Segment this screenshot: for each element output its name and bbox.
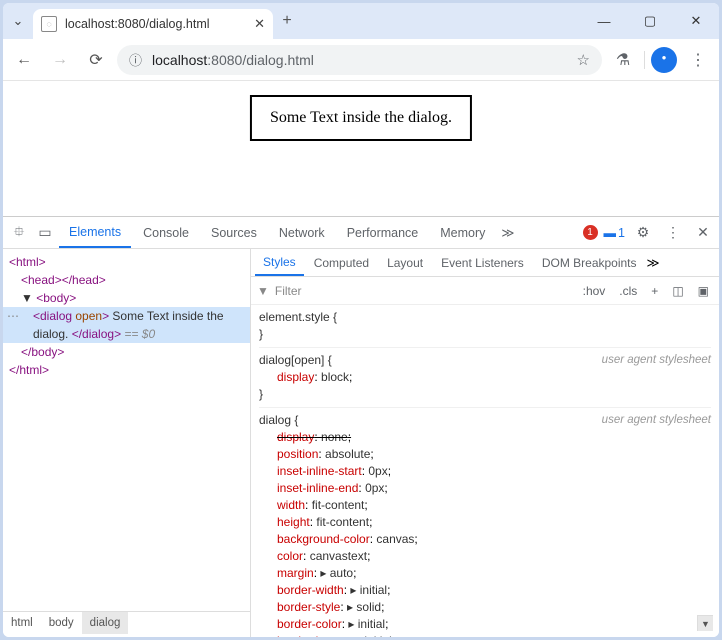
css-property[interactable]: inset-inline-start: 0px; <box>259 463 711 480</box>
css-property[interactable]: border-style: ▸ solid; <box>259 599 711 616</box>
tab-event-listeners[interactable]: Event Listeners <box>433 250 532 276</box>
labs-icon[interactable]: ⚗ <box>608 50 638 70</box>
devtools-menu-button[interactable]: ⋮ <box>661 224 685 241</box>
filter-input[interactable]: Filter <box>275 284 573 298</box>
computed-layout-icon[interactable]: ◫ <box>668 284 687 298</box>
browser-tab[interactable]: ◌ localhost:8080/dialog.html ✕ <box>33 9 273 39</box>
nav-forward-button[interactable]: → <box>45 51 75 69</box>
nav-back-button[interactable]: ← <box>9 51 39 69</box>
tab-network[interactable]: Network <box>269 218 335 248</box>
css-property[interactable]: inset-inline-end: 0px; <box>259 480 711 497</box>
info-badge[interactable]: ▬1 <box>604 226 625 240</box>
nav-reload-button[interactable]: ⟳ <box>81 50 111 70</box>
tab-styles[interactable]: Styles <box>255 250 304 276</box>
scroll-down-icon[interactable]: ▼ <box>697 615 713 631</box>
css-property[interactable]: width: fit-content; <box>259 497 711 514</box>
inspect-element-icon[interactable]: ⯐ <box>7 221 31 245</box>
styles-tabstrip: Styles Computed Layout Event Listeners D… <box>251 249 719 277</box>
breadcrumb: html body dialog <box>3 611 250 633</box>
crumb-html[interactable]: html <box>3 612 41 634</box>
tab-title: localhost:8080/dialog.html <box>65 17 246 31</box>
new-style-rule-button[interactable]: + <box>647 284 662 298</box>
css-property[interactable]: border-width: ▸ initial; <box>259 582 711 599</box>
tab-search-button[interactable]: ⌄ <box>3 13 33 29</box>
crumb-body[interactable]: body <box>41 612 82 634</box>
tab-console[interactable]: Console <box>133 218 199 248</box>
window-minimize-button[interactable]: — <box>581 14 627 29</box>
css-property[interactable]: background-color: canvas; <box>259 531 711 548</box>
origin-label: user agent stylesheet <box>602 412 711 429</box>
tree-node-html-close[interactable]: </html> <box>3 361 250 379</box>
css-property[interactable]: border-image: ▸ initial; <box>259 633 711 637</box>
ellipsis-icon[interactable]: ⋯ <box>7 307 19 325</box>
window-maximize-button[interactable]: ▢ <box>627 13 673 29</box>
favicon-icon: ◌ <box>41 16 57 32</box>
browser-menu-button[interactable]: ⋮ <box>683 50 713 70</box>
devtools-tabstrip: ⯐ ▭ Elements Console Sources Network Per… <box>3 217 719 249</box>
elements-tree[interactable]: <html> <head></head> ▼ <body> ⋯<dialog o… <box>3 249 251 637</box>
bookmark-star-icon[interactable]: ☆ <box>577 51 590 69</box>
tab-dom-breakpoints[interactable]: DOM Breakpoints <box>534 250 645 276</box>
styles-panel: Styles Computed Layout Event Listeners D… <box>251 249 719 637</box>
origin-label: user agent stylesheet <box>602 352 711 369</box>
tab-elements[interactable]: Elements <box>59 218 131 248</box>
hov-toggle[interactable]: :hov <box>579 284 610 298</box>
css-property[interactable]: border-color: ▸ initial; <box>259 616 711 633</box>
tab-layout[interactable]: Layout <box>379 250 431 276</box>
tab-memory[interactable]: Memory <box>430 218 495 248</box>
site-info-icon[interactable]: ⓘ <box>129 50 142 69</box>
device-toggle-icon[interactable]: ▭ <box>33 224 57 241</box>
crumb-dialog[interactable]: dialog <box>82 612 129 634</box>
tree-node-head[interactable]: <head></head> <box>3 271 250 289</box>
flex-grid-icon[interactable]: ▣ <box>694 284 713 298</box>
tab-close-button[interactable]: ✕ <box>254 16 265 32</box>
css-property[interactable]: color: canvastext; <box>259 548 711 565</box>
more-styles-tabs[interactable]: ≫ <box>647 255 660 270</box>
page-viewport: Some Text inside the dialog. <box>3 81 719 216</box>
filter-funnel-icon: ▼ <box>257 284 269 298</box>
url-text: localhost:8080/dialog.html <box>152 52 314 68</box>
styles-filter-bar: ▼ Filter :hov .cls + ◫ ▣ <box>251 277 719 305</box>
rule-dialog-open[interactable]: user agent stylesheet dialog[open] { dis… <box>259 352 711 408</box>
address-bar: ← → ⟳ ⓘ localhost:8080/dialog.html ☆ ⚗ ●… <box>3 39 719 81</box>
separator <box>644 51 645 69</box>
css-property[interactable]: display: block; <box>259 369 711 386</box>
css-property[interactable]: position: absolute; <box>259 446 711 463</box>
tab-sources[interactable]: Sources <box>201 218 267 248</box>
tree-node-dialog[interactable]: ⋯<dialog open> Some Text inside the dial… <box>3 307 250 343</box>
tab-computed[interactable]: Computed <box>306 250 377 276</box>
more-tabs-button[interactable]: ≫ <box>497 225 518 240</box>
profile-avatar-button[interactable]: ● <box>651 47 677 73</box>
styles-rules[interactable]: element.style { } user agent stylesheet … <box>251 305 719 637</box>
css-property[interactable]: margin: ▸ auto; <box>259 565 711 582</box>
page-dialog: Some Text inside the dialog. <box>250 95 472 141</box>
window-close-button[interactable]: ✕ <box>673 13 719 29</box>
url-input[interactable]: ⓘ localhost:8080/dialog.html ☆ <box>117 45 602 75</box>
tree-node-html[interactable]: <html> <box>3 253 250 271</box>
browser-titlebar: ⌄ ◌ localhost:8080/dialog.html ✕ + — ▢ ✕ <box>3 3 719 39</box>
tab-performance[interactable]: Performance <box>337 218 429 248</box>
error-badge[interactable]: 1 <box>583 225 598 240</box>
tree-node-body-close[interactable]: </body> <box>3 343 250 361</box>
devtools-close-button[interactable]: ✕ <box>691 224 715 241</box>
settings-gear-icon[interactable]: ⚙ <box>631 224 655 241</box>
devtools-panel: ⯐ ▭ Elements Console Sources Network Per… <box>3 216 719 637</box>
css-property[interactable]: height: fit-content; <box>259 514 711 531</box>
new-tab-button[interactable]: + <box>273 12 301 30</box>
tree-node-body-open[interactable]: ▼ <body> <box>3 289 250 307</box>
cls-toggle[interactable]: .cls <box>615 284 641 298</box>
rule-dialog[interactable]: user agent stylesheet dialog { display: … <box>259 412 711 637</box>
rule-element-style[interactable]: element.style { } <box>259 309 711 348</box>
css-property[interactable]: display: none; <box>259 429 711 446</box>
